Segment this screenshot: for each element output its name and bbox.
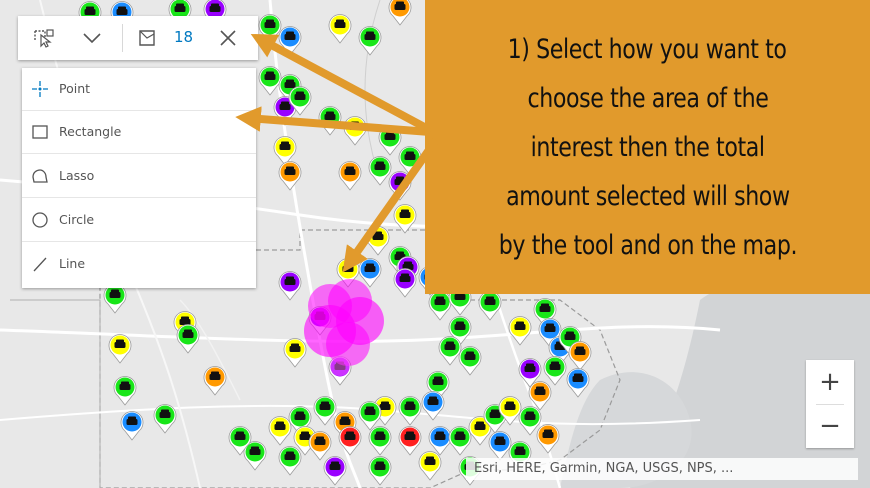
callout-line: choose the area of the: [527, 82, 768, 114]
incident-marker-icon[interactable]: [337, 159, 363, 191]
selection-toolbar: 18: [18, 16, 258, 60]
toolbar-divider: [122, 24, 123, 52]
incident-marker-icon[interactable]: [367, 454, 393, 486]
incident-marker-icon[interactable]: [312, 394, 338, 426]
selection-highlight: [304, 279, 384, 376]
incident-marker-icon[interactable]: [392, 202, 418, 234]
incident-marker-icon[interactable]: [357, 24, 383, 56]
chevron-down-icon: [83, 33, 101, 44]
selection-layer-icon: [139, 30, 155, 46]
circle-icon: [32, 212, 48, 228]
zoom-out-button[interactable]: −: [806, 404, 854, 448]
incident-marker-icon[interactable]: [397, 394, 423, 426]
menu-item-label: Rectangle: [59, 124, 122, 139]
incident-marker-icon[interactable]: [342, 114, 368, 146]
incident-marker-icon[interactable]: [507, 314, 533, 346]
menu-item-label: Circle: [59, 212, 95, 227]
callout-line: by the tool and on the map.: [498, 229, 797, 261]
incident-marker-icon[interactable]: [277, 24, 303, 56]
incident-marker-icon[interactable]: [420, 389, 446, 421]
menu-item-circle[interactable]: Circle: [22, 199, 256, 242]
menu-item-label: Lasso: [59, 168, 95, 183]
incident-marker-icon[interactable]: [277, 159, 303, 191]
incident-marker-icon[interactable]: [317, 104, 343, 136]
menu-item-line[interactable]: Line: [22, 243, 256, 285]
incident-marker-icon[interactable]: [107, 332, 133, 364]
line-icon: [33, 257, 47, 272]
incident-marker-icon[interactable]: [327, 12, 353, 44]
incident-marker-icon[interactable]: [337, 424, 363, 456]
callout-line: amount selected will show: [505, 180, 790, 212]
selected-features-button[interactable]: [132, 16, 162, 60]
incident-marker-icon[interactable]: [119, 409, 145, 441]
incident-marker-icon[interactable]: [417, 449, 443, 481]
selection-count: 18: [174, 28, 194, 46]
map-attribution: Esri, HERE, Garmin, NGA, USGS, NPS, ...: [466, 458, 858, 480]
incident-marker-icon[interactable]: [527, 379, 553, 411]
menu-item-label: Point: [59, 81, 91, 96]
select-by-shape-button[interactable]: [18, 16, 70, 60]
rectangle-icon: [32, 125, 48, 139]
incident-marker-icon[interactable]: [367, 424, 393, 456]
incident-marker-icon[interactable]: [287, 84, 313, 116]
incident-marker-icon[interactable]: [457, 344, 483, 376]
incident-marker-icon[interactable]: [112, 374, 138, 406]
point-crosshair-icon: [32, 81, 48, 97]
incident-marker-icon[interactable]: [277, 444, 303, 476]
incident-marker-icon[interactable]: [175, 322, 201, 354]
callout-line: 1) Select how you want to: [508, 33, 787, 65]
menu-item-rectangle[interactable]: Rectangle: [22, 111, 256, 154]
incident-marker-icon[interactable]: [565, 366, 591, 398]
incident-marker-icon[interactable]: [227, 424, 253, 456]
select-tool-icon: [34, 29, 54, 48]
clear-selection-button[interactable]: [206, 16, 250, 60]
incident-marker-icon[interactable]: [387, 0, 413, 26]
menu-item-point[interactable]: Point: [22, 68, 256, 111]
incident-marker-icon[interactable]: [535, 422, 561, 454]
incident-marker-icon[interactable]: [322, 454, 348, 486]
zoom-controls: + −: [806, 360, 854, 448]
incident-marker-icon[interactable]: [202, 364, 228, 396]
selection-tool-dropdown[interactable]: [70, 16, 114, 60]
selection-shape-menu: Point Rectangle Lasso Circle Line: [22, 68, 256, 288]
close-icon: [220, 30, 236, 46]
menu-item-lasso[interactable]: Lasso: [22, 155, 256, 198]
lasso-icon: [32, 169, 48, 183]
incident-marker-icon[interactable]: [152, 402, 178, 434]
zoom-in-button[interactable]: +: [806, 360, 854, 404]
incident-marker-icon[interactable]: [267, 414, 293, 446]
instruction-callout: 1) Select how you want to choose the are…: [425, 0, 870, 294]
incident-marker-icon[interactable]: [387, 169, 413, 201]
callout-line: interest then the total: [530, 131, 765, 163]
menu-item-label: Line: [59, 256, 86, 271]
